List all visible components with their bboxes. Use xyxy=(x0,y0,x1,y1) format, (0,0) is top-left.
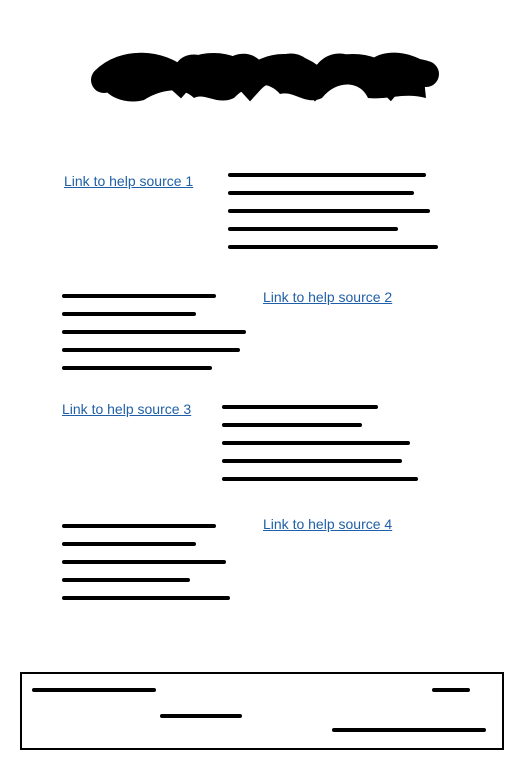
footer-scribble-right xyxy=(432,688,470,692)
scribble-text-block-1 xyxy=(228,173,438,249)
help-link-3[interactable]: Link to help source 3 xyxy=(62,400,191,418)
help-link-4[interactable]: Link to help source 4 xyxy=(263,515,392,533)
footer xyxy=(20,672,504,750)
scribble-text-block-2 xyxy=(62,294,246,370)
scribble-text-block-4 xyxy=(62,524,230,600)
footer-scribble-left xyxy=(32,688,156,692)
footer-scribble-middle xyxy=(160,714,242,718)
footer-scribble-bottom-right xyxy=(332,728,486,732)
help-link-1[interactable]: Link to help source 1 xyxy=(64,172,193,190)
scribble-logo-icon xyxy=(91,52,439,102)
header-logo xyxy=(91,40,439,112)
scribble-text-block-3 xyxy=(222,405,418,481)
help-link-2[interactable]: Link to help source 2 xyxy=(263,288,392,306)
